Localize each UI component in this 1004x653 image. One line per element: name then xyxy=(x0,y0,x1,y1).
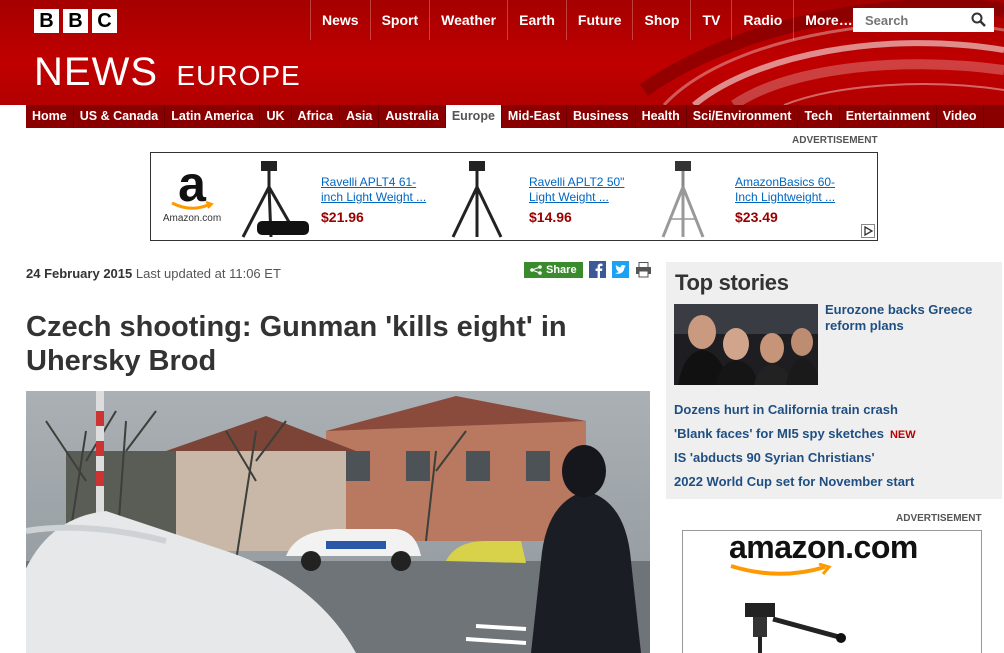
bbc-logo-letter: B xyxy=(63,9,88,33)
article-headline: Czech shooting: Gunman 'kills eight' in … xyxy=(26,311,567,377)
list-item[interactable]: 2022 World Cup set for November start xyxy=(674,470,916,494)
subnav-tech[interactable]: Tech xyxy=(798,105,840,128)
list-item[interactable]: Dozens hurt in California train crash xyxy=(674,398,916,422)
subnav-australia[interactable]: Australia xyxy=(379,105,446,128)
print-icon[interactable] xyxy=(635,261,652,278)
tripod-silver-icon xyxy=(661,161,705,238)
ad-product-name[interactable]: Ravelli APLT4 61-inch Light Weight ... xyxy=(321,175,431,205)
bbc-logo-letter: C xyxy=(92,9,117,33)
story-link[interactable]: 'Blank faces' for MI5 spy sketches xyxy=(674,426,884,441)
amazon-wordmark: amazon.com xyxy=(729,530,918,565)
subnav-mid-east[interactable]: Mid-East xyxy=(502,105,567,128)
top-stories-panel: Top stories Eurozone backs Greece reform… xyxy=(666,262,1002,499)
share-button[interactable]: Share xyxy=(524,261,583,278)
advertisement-label: ADVERTISEMENT xyxy=(896,513,982,524)
amazon-logo-letter: a xyxy=(178,156,206,212)
search-input[interactable] xyxy=(863,11,967,29)
list-item[interactable]: IS 'abducts 90 Syrian Christians' xyxy=(674,446,916,470)
list-item[interactable]: 'Blank faces' for MI5 spy sketches NEW xyxy=(674,422,916,446)
subnav-latin-america[interactable]: Latin America xyxy=(165,105,261,128)
police-scene-image xyxy=(26,391,650,653)
story-link[interactable]: 2022 World Cup set for November start xyxy=(674,474,914,489)
advertisement-label: ADVERTISEMENT xyxy=(792,135,878,146)
nav-earth[interactable]: Earth xyxy=(507,0,566,40)
ad-product[interactable]: Ravelli APLT2 50" Light Weight ... $14.9… xyxy=(439,159,639,238)
story-link[interactable]: IS 'abducts 90 Syrian Christians' xyxy=(674,450,875,465)
article-photo xyxy=(26,391,650,653)
nav-shop[interactable]: Shop xyxy=(632,0,690,40)
nav-radio[interactable]: Radio xyxy=(731,0,793,40)
eurozone-meeting-image xyxy=(674,304,818,385)
nav-sport[interactable]: Sport xyxy=(369,0,430,40)
subnav-video[interactable]: Video xyxy=(937,105,984,128)
subnav-europe[interactable]: Europe xyxy=(445,105,502,128)
amazon-banner-ad[interactable]: a Amazon.com Ravelli APLT4 61-inch Light… xyxy=(150,152,878,241)
subnav-sci-environment[interactable]: Sci/Environment xyxy=(687,105,799,128)
amazon-caption: Amazon.com xyxy=(162,213,222,224)
nav-news[interactable]: News xyxy=(310,0,370,40)
brand-news: NEWS xyxy=(34,50,158,94)
subnav-business[interactable]: Business xyxy=(567,105,636,128)
nav-weather[interactable]: Weather xyxy=(429,0,507,40)
news-brand[interactable]: NEWS EUROPE xyxy=(34,50,301,95)
top-stories-list: Dozens hurt in California train crash 'B… xyxy=(674,398,916,494)
tripod-with-bag-icon xyxy=(241,161,309,238)
ad-product-name[interactable]: AmazonBasics 60-Inch Lightweight ... xyxy=(735,175,845,205)
global-nav: News Sport Weather Earth Future Shop TV … xyxy=(310,0,864,40)
story-link[interactable]: Dozens hurt in California train crash xyxy=(674,402,898,417)
subnav-africa[interactable]: Africa xyxy=(292,105,340,128)
facebook-icon[interactable] xyxy=(588,261,606,278)
ad-product[interactable]: Ravelli APLT4 61-inch Light Weight ... $… xyxy=(231,159,431,238)
search-icon[interactable] xyxy=(971,12,986,27)
top-story-thumbnail[interactable] xyxy=(674,304,818,385)
subnav-entertainment[interactable]: Entertainment xyxy=(840,105,937,128)
nav-tv[interactable]: TV xyxy=(690,0,731,40)
search-box xyxy=(853,8,994,32)
ad-product-name[interactable]: Ravelli APLT2 50" Light Weight ... xyxy=(529,175,639,205)
adchoices-icon[interactable] xyxy=(861,224,875,238)
amazon-side-ad[interactable]: amazon.com xyxy=(682,530,982,653)
ad-product[interactable]: AmazonBasics 60-Inch Lightweight ... $23… xyxy=(645,159,845,238)
ad-product-price: $23.49 xyxy=(735,209,778,225)
tripod-black-icon xyxy=(451,161,503,238)
new-badge: NEW xyxy=(889,429,916,441)
top-story-main-link[interactable]: Eurozone backs Greece reform plans xyxy=(825,302,995,334)
ad-product-price: $21.96 xyxy=(321,209,364,225)
bbc-logo[interactable]: B B C xyxy=(34,9,117,33)
subnav-asia[interactable]: Asia xyxy=(340,105,380,128)
subnav-uk[interactable]: UK xyxy=(260,105,292,128)
nav-future[interactable]: Future xyxy=(565,0,633,40)
article-dateline: 24 February 2015 Last updated at 11:06 E… xyxy=(26,266,281,281)
tripod-head-icon xyxy=(745,603,846,653)
share-tools: Share xyxy=(524,261,652,278)
masthead: B B C News Sport Weather Earth Future Sh… xyxy=(0,0,1004,105)
amazon-smile-icon xyxy=(730,563,832,576)
ad-product-price: $14.96 xyxy=(529,209,572,225)
top-stories-title: Top stories xyxy=(675,270,789,295)
subnav-home[interactable]: Home xyxy=(26,105,74,128)
amazon-logo[interactable]: a Amazon.com xyxy=(159,159,225,224)
bbc-logo-letter: B xyxy=(34,9,59,33)
article-updated: Last updated at 11:06 ET xyxy=(135,266,281,281)
subnav-health[interactable]: Health xyxy=(636,105,687,128)
twitter-icon[interactable] xyxy=(611,261,629,278)
brand-section: EUROPE xyxy=(176,60,301,91)
subnav-us-canada[interactable]: US & Canada xyxy=(74,105,166,128)
section-nav: Home US & Canada Latin America UK Africa… xyxy=(26,105,1004,128)
share-icon xyxy=(530,264,542,275)
share-label: Share xyxy=(546,263,577,276)
article-date: 24 February 2015 xyxy=(26,266,133,281)
